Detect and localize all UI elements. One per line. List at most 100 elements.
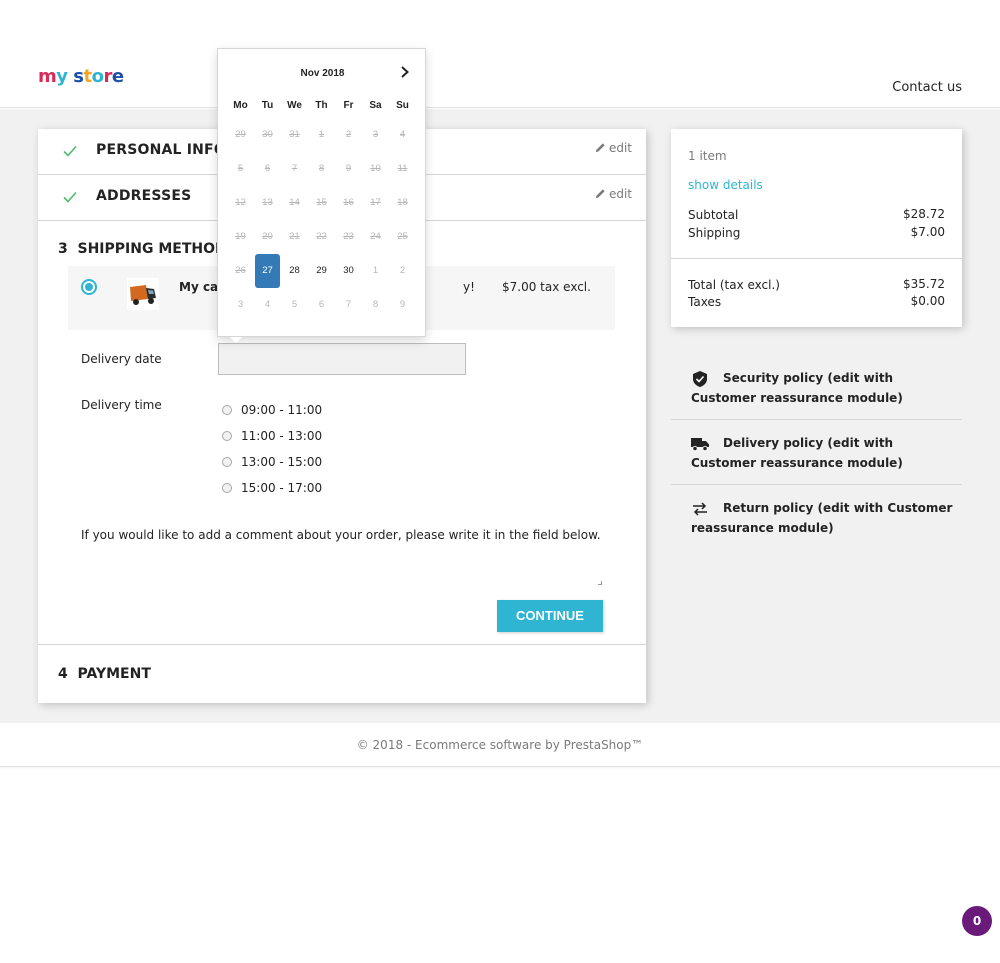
item-count: 1 item: [688, 149, 727, 163]
time-slot-option[interactable]: 09:00 - 11:00: [222, 403, 322, 419]
calendar-day[interactable]: 6: [308, 288, 335, 322]
carrier-radio[interactable]: [81, 279, 97, 295]
shipping-value: $7.00: [910, 225, 945, 239]
calendar-day-number: 22: [316, 231, 327, 242]
pencil-icon: [595, 143, 605, 153]
continue-button[interactable]: CONTINUE: [497, 600, 603, 632]
calendar-day-number: 17: [370, 197, 381, 208]
calendar-day-number: 15: [316, 197, 327, 208]
calendar-day: 2: [335, 118, 362, 152]
calendar-day: 21: [281, 220, 308, 254]
calendar-day-number: 7: [291, 163, 298, 174]
calendar-day-number: 28: [289, 265, 300, 276]
calendar-day-number: 2: [399, 265, 406, 276]
edit-addresses-link[interactable]: edit: [595, 187, 632, 201]
calendar-day[interactable]: 2: [389, 254, 416, 288]
carrier-price: $7.00 tax excl.: [502, 280, 591, 294]
reassurance-text: Return policy (edit with Customer reassu…: [691, 501, 953, 535]
subtotal-label: Subtotal: [688, 208, 739, 222]
time-slot-option[interactable]: 13:00 - 15:00: [222, 455, 322, 471]
calendar-day-number: 27: [255, 254, 280, 288]
calendar-day[interactable]: 28: [281, 254, 308, 288]
edit-label: edit: [608, 141, 632, 155]
calendar-day[interactable]: 9: [389, 288, 416, 322]
calendar-day: 7: [281, 152, 308, 186]
calendar-day-number: 6: [318, 299, 325, 310]
time-slot-radio[interactable]: [222, 431, 232, 441]
taxes-label: Taxes: [688, 295, 722, 309]
calendar-day: 19: [227, 220, 254, 254]
calendar-day-number: 20: [262, 231, 273, 242]
calendar-day: 8: [308, 152, 335, 186]
divider: [38, 644, 646, 645]
step-title: PAYMENT: [77, 666, 151, 682]
site-footer: © 2018 - Ecommerce software by PrestaSho…: [0, 723, 1000, 767]
datepicker-popup: Nov 2018 Mo Tu We Th Fr Sa Su 29 30 31 1 2 3 4 5 6 7 8 9 10…: [217, 48, 426, 343]
calendar-day[interactable]: 1: [362, 254, 389, 288]
calendar-day[interactable]: 4: [254, 288, 281, 322]
time-slot-radio[interactable]: [222, 483, 232, 493]
calendar-day-number: 7: [345, 299, 352, 310]
weekday-header: Su: [396, 100, 409, 111]
edit-personal-info-link[interactable]: edit: [595, 141, 632, 155]
calendar-day[interactable]: 29: [308, 254, 335, 288]
copyright-text: © 2018 - Ecommerce software by PrestaSho…: [356, 738, 644, 752]
subtotal-value: $28.72: [903, 207, 945, 221]
calendar-day-selected[interactable]: 27: [254, 254, 281, 288]
step-number: 3: [58, 241, 68, 257]
notification-badge[interactable]: 0: [962, 906, 992, 936]
shield-icon: [693, 371, 707, 387]
calendar-day: 12: [227, 186, 254, 220]
show-details-link[interactable]: show details: [688, 178, 763, 192]
time-slot-label: 15:00 - 17:00: [241, 481, 323, 495]
next-month-button[interactable]: [400, 66, 410, 80]
calendar-day: 31: [281, 118, 308, 152]
cart-summary: 1 item show details Subtotal $28.72 Ship…: [671, 129, 962, 327]
calendar-day[interactable]: 3: [227, 288, 254, 322]
store-logo[interactable]: my store: [38, 66, 124, 87]
textarea-resize-handle[interactable]: [598, 581, 602, 585]
order-comment-prompt: If you would like to add a comment about…: [81, 528, 601, 542]
weekday-header: We: [287, 100, 302, 111]
divider: [671, 419, 962, 420]
reassurance-return: Return policy (edit with Customer reassu…: [671, 498, 962, 538]
time-slot-option[interactable]: 11:00 - 13:00: [222, 429, 322, 445]
calendar-day-number: 5: [291, 299, 298, 310]
shipping-label: Shipping: [688, 226, 741, 240]
step-payment-title[interactable]: 4 PAYMENT: [58, 666, 151, 682]
time-slot-radio[interactable]: [222, 457, 232, 467]
time-slot-label: 11:00 - 13:00: [241, 429, 323, 443]
weekday-header: Sa: [369, 100, 382, 111]
calendar-day[interactable]: 7: [335, 288, 362, 322]
time-slot-option[interactable]: 15:00 - 17:00: [222, 481, 322, 497]
calendar-day-number: 1: [372, 265, 379, 276]
calendar-day-number: 5: [237, 163, 244, 174]
time-slot-radio[interactable]: [222, 405, 232, 415]
calendar-day: 3: [362, 118, 389, 152]
calendar-day-number: 3: [237, 299, 244, 310]
calendar-day: 17: [362, 186, 389, 220]
calendar-day-number: 31: [289, 129, 300, 140]
calendar-day[interactable]: 8: [362, 288, 389, 322]
calendar-day: 10: [362, 152, 389, 186]
calendar-day[interactable]: 5: [281, 288, 308, 322]
logo-letter: m: [38, 66, 57, 87]
truck-icon: [691, 438, 709, 452]
calendar-day: 18: [389, 186, 416, 220]
carrier-delay: y!: [463, 280, 475, 294]
calendar-day: 23: [335, 220, 362, 254]
calendar-day-number: 30: [262, 129, 273, 140]
calendar-day: 24: [362, 220, 389, 254]
taxes-value: $0.00: [910, 294, 945, 308]
calendar-day[interactable]: 30: [335, 254, 362, 288]
total-value: $35.72: [903, 277, 945, 291]
weekday-header: Tu: [261, 100, 274, 111]
divider: [671, 258, 962, 259]
time-slot-label: 09:00 - 11:00: [241, 403, 323, 417]
reassurance-text: Delivery policy (edit with Customer reas…: [691, 436, 903, 470]
delivery-date-input[interactable]: [218, 343, 466, 375]
contact-us-link[interactable]: Contact us: [892, 80, 962, 95]
weekday-header: Th: [315, 100, 328, 111]
logo-letter: s: [73, 66, 84, 87]
calendar-day-number: 3: [372, 129, 379, 140]
